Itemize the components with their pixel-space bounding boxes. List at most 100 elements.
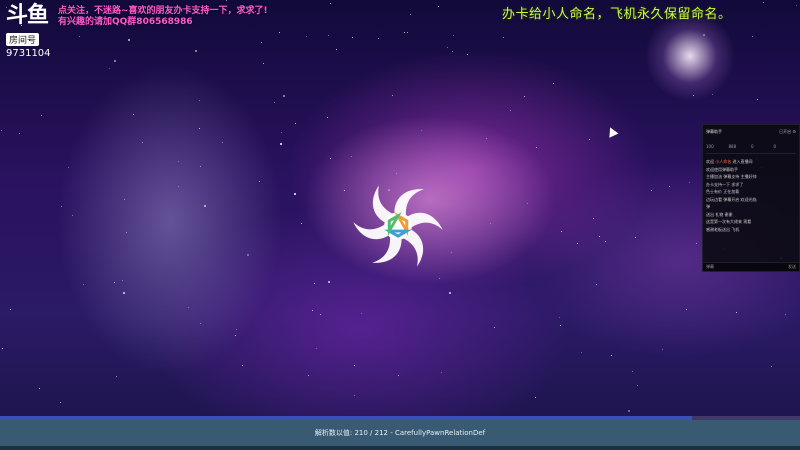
bottom-strip: [0, 446, 800, 450]
chat-message-text: 办卡支持一下 求求了: [706, 181, 744, 187]
star: [330, 3, 331, 4]
star: [581, 352, 582, 353]
chat-stat: 0: [773, 144, 777, 149]
star: [316, 348, 317, 349]
stream-headline: 办卡给小人命名，飞机永久保留命名。: [502, 7, 732, 22]
stream-notice-line-2: 有兴趣的请加QQ群806568986: [58, 17, 193, 27]
star: [561, 231, 562, 232]
chat-input[interactable]: 弹幕: [706, 264, 714, 270]
chat-message-text: 弹: [706, 204, 710, 209]
star: [274, 102, 275, 103]
chat-header: 弹幕助手 已开启 ⚙: [706, 127, 796, 136]
star: [611, 355, 612, 356]
douyu-logo: 斗鱼 房间号 9731104: [6, 4, 56, 59]
loading-status-bar: 解析数以值: 210 / 212 - CarefullyPawnRelation…: [0, 420, 800, 446]
chat-message-text: 主播加油 弹幕支持 主播好帅: [706, 174, 757, 179]
star: [771, 366, 772, 367]
star: [398, 375, 399, 376]
chat-message-text: 送出 礼物 谢谢: [706, 211, 733, 217]
star: [314, 283, 315, 284]
rimworld-loading-emblem-icon: [353, 185, 443, 267]
star: [19, 133, 20, 134]
star: [312, 310, 313, 311]
star: [39, 388, 40, 389]
star: [294, 193, 296, 195]
chat-stat: 0: [751, 144, 754, 149]
star: [535, 397, 536, 398]
star: [599, 236, 600, 237]
star: [344, 190, 345, 191]
chat-message: 这是第一次有大佬来 观看: [706, 218, 796, 226]
star: [378, 38, 379, 39]
star: [247, 254, 249, 256]
star: [351, 156, 352, 157]
chat-message-list: 欢迎 小人命名 进入直播间 欢迎使用弹幕助手 主播加油 弹幕支持 主播好帅 办卡支持一…: [706, 154, 796, 233]
star: [441, 372, 442, 373]
star: [524, 96, 525, 97]
star: [279, 32, 280, 33]
star: [553, 83, 554, 84]
star: [41, 115, 42, 116]
chat-stat: 888: [728, 144, 737, 149]
star: [72, 215, 73, 216]
star: [439, 278, 440, 279]
chat-message: 办卡支持一下 求求了: [706, 181, 796, 189]
star: [308, 375, 309, 376]
star: [651, 190, 652, 191]
star: [686, 309, 687, 310]
star: [447, 47, 448, 48]
star: [126, 232, 127, 233]
chat-stats: 100 888 0 0: [706, 136, 796, 154]
star: [452, 51, 453, 52]
chat-message-text: 欢迎使用弹幕助手: [706, 166, 738, 172]
star: [320, 314, 321, 315]
star: [259, 181, 260, 182]
star: [361, 313, 362, 314]
star: [510, 110, 511, 111]
star: [696, 243, 697, 244]
chat-message: 弹: [706, 203, 796, 211]
star: [404, 32, 405, 33]
star: [114, 282, 115, 283]
star: [261, 42, 262, 43]
star: [283, 95, 285, 97]
chat-title: 弹幕助手: [706, 128, 722, 134]
star: [438, 6, 439, 7]
star: [109, 68, 110, 69]
chat-footer: 弹幕 发送: [703, 262, 799, 271]
star: [281, 132, 282, 133]
chat-stat: 100: [706, 144, 714, 149]
star: [712, 94, 713, 95]
star: [61, 206, 62, 207]
chat-username[interactable]: 小人命名: [715, 159, 731, 164]
star: [628, 410, 630, 412]
star: [242, 365, 243, 366]
chat-settings-button[interactable]: 已开启 ⚙: [779, 129, 796, 135]
star: [354, 395, 355, 396]
mouse-cursor-icon: [605, 125, 619, 138]
star: [235, 335, 236, 336]
star: [637, 385, 638, 386]
star: [295, 123, 296, 124]
star: [200, 323, 201, 324]
chat-message: 欢迎使用弹幕助手: [706, 166, 796, 174]
star: [536, 147, 537, 148]
star: [280, 143, 282, 145]
star: [142, 142, 143, 143]
star: [124, 199, 125, 200]
star: [785, 314, 786, 315]
chat-message-text: 感谢老板送出 飞机: [706, 226, 740, 232]
star: [336, 49, 337, 50]
chat-message: 送出 礼物 谢谢: [706, 211, 796, 219]
star: [10, 309, 11, 310]
star: [330, 158, 331, 159]
star: [467, 54, 468, 55]
chat-send-button[interactable]: 发送: [788, 264, 796, 270]
star: [306, 36, 307, 37]
chat-message: 感谢老板送出 飞机: [706, 226, 796, 234]
star: [635, 237, 636, 238]
star: [128, 39, 130, 41]
star: [453, 35, 454, 36]
room-number: 9731104: [6, 48, 51, 59]
chat-message: 主播加油 弹幕支持 主播好帅: [706, 173, 796, 181]
